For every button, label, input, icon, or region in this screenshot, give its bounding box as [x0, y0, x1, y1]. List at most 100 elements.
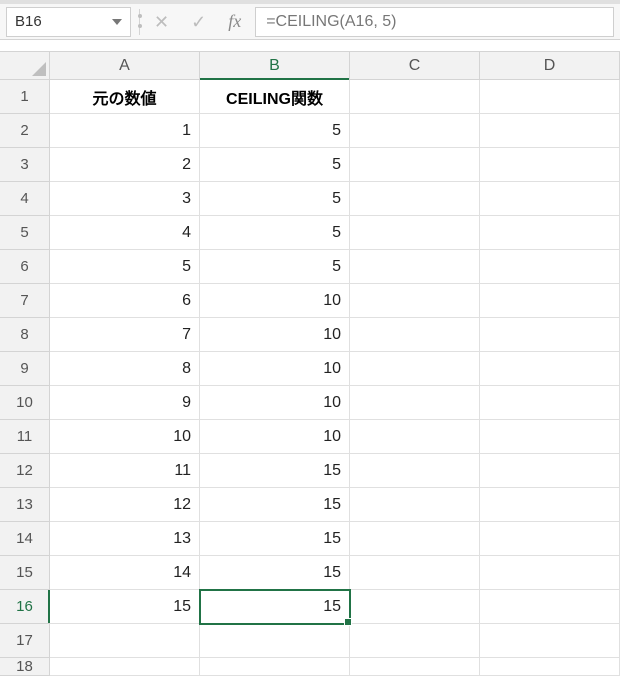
cell-C9[interactable]: [350, 352, 480, 386]
cell-B2[interactable]: 5: [200, 114, 350, 148]
cell-C17[interactable]: [350, 624, 480, 658]
cell-B9[interactable]: 10: [200, 352, 350, 386]
cell-B15[interactable]: 15: [200, 556, 350, 590]
cell-D10[interactable]: [480, 386, 620, 420]
cell-A12[interactable]: 11: [50, 454, 200, 488]
cell-C12[interactable]: [350, 454, 480, 488]
row-header[interactable]: 9: [0, 352, 50, 386]
column-header-A[interactable]: A: [50, 52, 200, 80]
cell-D18[interactable]: [480, 658, 620, 676]
cell-B14[interactable]: 15: [200, 522, 350, 556]
cell-A10[interactable]: 9: [50, 386, 200, 420]
chevron-down-icon[interactable]: [112, 19, 122, 25]
cell-B11[interactable]: 10: [200, 420, 350, 454]
cell-A8[interactable]: 7: [50, 318, 200, 352]
select-all-triangle[interactable]: [0, 52, 50, 80]
cell-D9[interactable]: [480, 352, 620, 386]
cell-B3[interactable]: 5: [200, 148, 350, 182]
row-header[interactable]: 12: [0, 454, 50, 488]
cell-B16[interactable]: 15: [200, 590, 350, 624]
cell-A15[interactable]: 14: [50, 556, 200, 590]
row-header[interactable]: 1: [0, 80, 50, 114]
cell-A1[interactable]: 元の数値: [50, 80, 200, 114]
cell-D2[interactable]: [480, 114, 620, 148]
cell-A16[interactable]: 15: [50, 590, 200, 624]
cell-B8[interactable]: 10: [200, 318, 350, 352]
cell-D4[interactable]: [480, 182, 620, 216]
cell-B5[interactable]: 5: [200, 216, 350, 250]
cell-D6[interactable]: [480, 250, 620, 284]
cell-D7[interactable]: [480, 284, 620, 318]
name-box[interactable]: B16: [6, 7, 131, 37]
cell-C16[interactable]: [350, 590, 480, 624]
cell-B6[interactable]: 5: [200, 250, 350, 284]
cell-D1[interactable]: [480, 80, 620, 114]
cancel-icon[interactable]: ✕: [154, 13, 169, 31]
cell-C3[interactable]: [350, 148, 480, 182]
row-header[interactable]: 18: [0, 658, 50, 676]
row-header[interactable]: 6: [0, 250, 50, 284]
cell-A14[interactable]: 13: [50, 522, 200, 556]
row-header[interactable]: 2: [0, 114, 50, 148]
cell-A13[interactable]: 12: [50, 488, 200, 522]
cell-B12[interactable]: 15: [200, 454, 350, 488]
cell-D16[interactable]: [480, 590, 620, 624]
cell-A3[interactable]: 2: [50, 148, 200, 182]
cell-C4[interactable]: [350, 182, 480, 216]
cell-C14[interactable]: [350, 522, 480, 556]
cell-A6[interactable]: 5: [50, 250, 200, 284]
cell-D14[interactable]: [480, 522, 620, 556]
cell-B7[interactable]: 10: [200, 284, 350, 318]
cell-A5[interactable]: 4: [50, 216, 200, 250]
cell-C8[interactable]: [350, 318, 480, 352]
row-header[interactable]: 7: [0, 284, 50, 318]
cell-A18[interactable]: [50, 658, 200, 676]
confirm-icon[interactable]: ✓: [191, 13, 206, 31]
row-header[interactable]: 16: [0, 590, 50, 624]
cell-B13[interactable]: 15: [200, 488, 350, 522]
column-header-C[interactable]: C: [350, 52, 480, 80]
cell-A17[interactable]: [50, 624, 200, 658]
cell-C6[interactable]: [350, 250, 480, 284]
row-header[interactable]: 17: [0, 624, 50, 658]
cell-B18[interactable]: [200, 658, 350, 676]
row-header[interactable]: 14: [0, 522, 50, 556]
row-header[interactable]: 3: [0, 148, 50, 182]
cell-A11[interactable]: 10: [50, 420, 200, 454]
cell-D12[interactable]: [480, 454, 620, 488]
formula-input[interactable]: =CEILING(A16, 5): [255, 7, 614, 37]
row-header[interactable]: 13: [0, 488, 50, 522]
cell-C10[interactable]: [350, 386, 480, 420]
cell-D11[interactable]: [480, 420, 620, 454]
row-header[interactable]: 11: [0, 420, 50, 454]
cell-C13[interactable]: [350, 488, 480, 522]
fx-icon[interactable]: fx: [228, 11, 241, 32]
column-header-B[interactable]: B: [200, 52, 350, 80]
cell-A7[interactable]: 6: [50, 284, 200, 318]
cell-D15[interactable]: [480, 556, 620, 590]
cell-C5[interactable]: [350, 216, 480, 250]
cell-A9[interactable]: 8: [50, 352, 200, 386]
cell-C1[interactable]: [350, 80, 480, 114]
cell-C11[interactable]: [350, 420, 480, 454]
cell-D17[interactable]: [480, 624, 620, 658]
cell-C15[interactable]: [350, 556, 480, 590]
cell-D8[interactable]: [480, 318, 620, 352]
row-header[interactable]: 15: [0, 556, 50, 590]
cell-A2[interactable]: 1: [50, 114, 200, 148]
row-header[interactable]: 10: [0, 386, 50, 420]
cell-A4[interactable]: 3: [50, 182, 200, 216]
column-header-D[interactable]: D: [480, 52, 620, 80]
cell-D13[interactable]: [480, 488, 620, 522]
cell-C2[interactable]: [350, 114, 480, 148]
spreadsheet-grid[interactable]: ABCD1元の数値CEILING関数2153254355456557610871…: [0, 52, 620, 676]
cell-B4[interactable]: 5: [200, 182, 350, 216]
cell-D5[interactable]: [480, 216, 620, 250]
cell-B10[interactable]: 10: [200, 386, 350, 420]
row-header[interactable]: 8: [0, 318, 50, 352]
cell-C18[interactable]: [350, 658, 480, 676]
cell-B1[interactable]: CEILING関数: [200, 80, 350, 114]
row-header[interactable]: 4: [0, 182, 50, 216]
row-header[interactable]: 5: [0, 216, 50, 250]
cell-D3[interactable]: [480, 148, 620, 182]
